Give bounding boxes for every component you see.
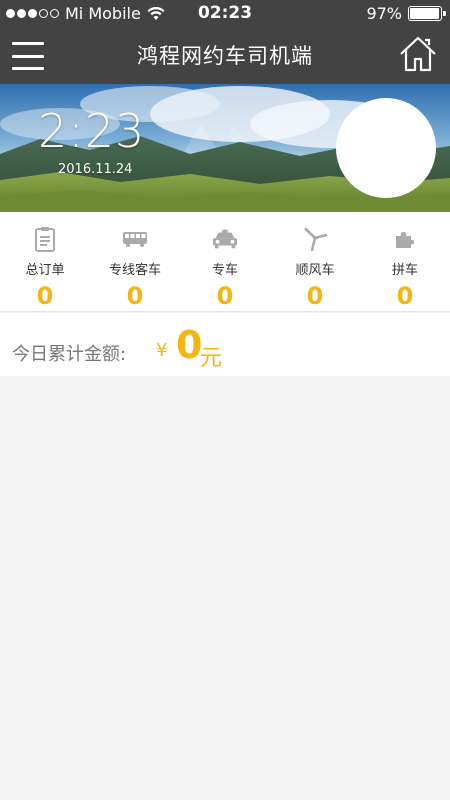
status-bar-right: 97% bbox=[366, 4, 446, 23]
battery-icon bbox=[408, 6, 446, 21]
status-bar: Mi Mobile 02:23 97% bbox=[0, 0, 450, 28]
taxi-icon bbox=[212, 226, 238, 252]
windmill-icon bbox=[302, 226, 328, 252]
order-stats-bar: 总订单 0 专线客车 0 专车 0 顺风车 0 拼车 0 bbox=[0, 212, 450, 312]
avatar[interactable] bbox=[336, 98, 436, 198]
nav-bar: 鸿程网约车司机端 bbox=[0, 28, 450, 84]
banner-clock: 2:23 bbox=[38, 104, 146, 158]
stat-value: 0 bbox=[396, 282, 414, 310]
stat-label: 总订单 bbox=[25, 263, 65, 278]
stat-value: 0 bbox=[216, 282, 234, 310]
today-total-section: 今日累计金额: ¥ 0 元 bbox=[0, 313, 450, 376]
currency-symbol: ¥ bbox=[156, 340, 168, 361]
stat-hitchhike[interactable]: 顺风车 0 bbox=[270, 212, 360, 311]
stat-carpool[interactable]: 拼车 0 bbox=[360, 212, 450, 311]
today-total-label: 今日累计金额: bbox=[12, 344, 127, 365]
stat-total-orders[interactable]: 总订单 0 bbox=[0, 212, 90, 311]
battery-percent: 97% bbox=[366, 4, 402, 23]
banner-date: 2016.11.24 bbox=[58, 162, 133, 177]
stat-value: 0 bbox=[36, 282, 54, 310]
bus-icon bbox=[122, 226, 148, 252]
stat-value: 0 bbox=[306, 282, 324, 310]
stat-label: 拼车 bbox=[391, 263, 418, 278]
stat-value: 0 bbox=[126, 282, 144, 310]
stat-label: 专线客车 bbox=[108, 263, 161, 278]
page-title: 鸿程网约车司机端 bbox=[137, 44, 313, 68]
home-icon[interactable] bbox=[398, 34, 438, 74]
today-total-amount: 0 bbox=[176, 323, 203, 367]
puzzle-icon bbox=[392, 226, 418, 252]
banner: 2:23 2016.11.24 bbox=[0, 84, 450, 212]
order-list-icon bbox=[32, 226, 58, 252]
stat-label: 顺风车 bbox=[295, 263, 335, 278]
stat-private-car[interactable]: 专车 0 bbox=[180, 212, 270, 311]
stat-intercity-bus[interactable]: 专线客车 0 bbox=[90, 212, 180, 311]
currency-unit: 元 bbox=[200, 346, 223, 371]
stat-label: 专车 bbox=[211, 263, 238, 278]
empty-content-area bbox=[0, 376, 450, 800]
